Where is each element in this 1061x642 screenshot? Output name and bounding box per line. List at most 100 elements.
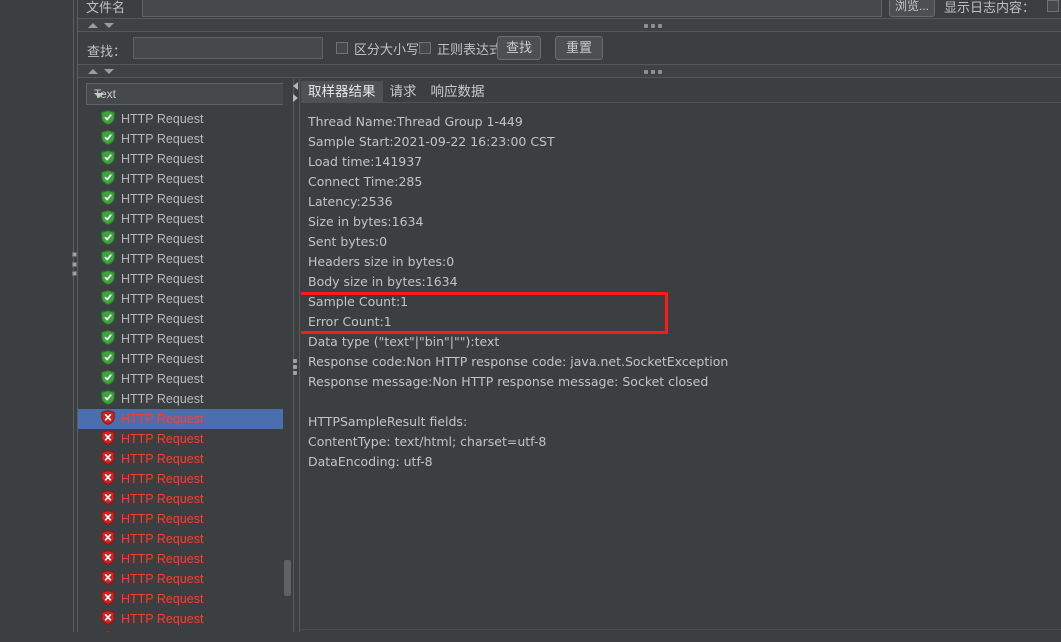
tree-row[interactable]: HTTP Request [78, 189, 291, 209]
tree-row-label: HTTP Request [121, 152, 204, 166]
grip-dot [293, 359, 297, 363]
tree-row[interactable]: HTTP Request [78, 489, 291, 509]
shield-success-icon [101, 370, 115, 388]
grip-dot [658, 70, 662, 74]
tree-row[interactable]: HTTP Request [78, 109, 291, 129]
tree-row-label: HTTP Request [121, 272, 204, 286]
result-blank-line [308, 392, 1053, 412]
tree-row[interactable]: HTTP Request [78, 229, 291, 249]
tree-row[interactable]: HTTP Request [78, 269, 291, 289]
tree-row-label: HTTP Request [121, 592, 204, 606]
divider-grip[interactable] [644, 70, 662, 74]
tree-row[interactable]: HTTP Request [78, 209, 291, 229]
tree-row-label: HTTP Request [121, 312, 204, 326]
tree-row[interactable]: HTTP Request [78, 569, 291, 589]
splitter-dot [72, 271, 77, 276]
collapse-left-arrow-icon[interactable] [293, 82, 298, 90]
chevron-down-icon[interactable] [104, 23, 114, 28]
tree-row-label: HTTP Request [121, 172, 204, 186]
result-line-error: Response code:Non HTTP response code: ja… [308, 354, 729, 369]
collapse-bar-bottom[interactable] [78, 64, 1061, 78]
view-type-select[interactable]: Text [86, 83, 284, 105]
splitter-dot [72, 261, 77, 267]
tree-row-label: HTTP Request [121, 532, 204, 546]
shield-error-icon [101, 470, 115, 488]
tree-row-label: HTTP Request [121, 492, 204, 506]
chevron-down-icon[interactable] [104, 69, 114, 74]
tree-row-label: HTTP Request [121, 192, 204, 206]
tree-row[interactable]: HTTP Request [78, 329, 291, 349]
errors-only-checkbox[interactable] [1047, 0, 1059, 12]
tree-row[interactable]: HTTP Request [78, 249, 291, 269]
browse-button[interactable]: 浏览... [889, 0, 935, 17]
find-button[interactable]: 查找 [497, 36, 541, 60]
collapse-bar-top[interactable] [78, 18, 1061, 32]
shield-success-icon [101, 110, 115, 128]
result-line: Headers size in bytes:0 [308, 254, 455, 269]
tree-scrollbar-thumb[interactable] [284, 560, 291, 596]
tree-row[interactable]: HTTP Request [78, 169, 291, 189]
chevron-up-icon[interactable] [88, 23, 98, 28]
tree-row-label: HTTP Request [121, 352, 204, 366]
collapse-right-arrow-icon[interactable] [293, 94, 298, 102]
tree-row[interactable]: HTTP Request [78, 369, 291, 389]
result-line: Latency:2536 [308, 194, 393, 209]
tree-row[interactable]: HTTP Request [78, 589, 291, 609]
tree-row[interactable]: HTTP Request [78, 469, 291, 489]
results-tree-list[interactable]: HTTP Request HTTP Request HTTP Request HTTP… [78, 109, 291, 642]
tree-row[interactable]: HTTP Request [78, 289, 291, 309]
find-label: 查找： [87, 44, 127, 59]
detail-tabs[interactable]: 取样器结果 请求 响应数据 [301, 79, 492, 103]
tab-1[interactable]: 请求 [383, 81, 424, 103]
tree-row[interactable]: HTTP Request [78, 129, 291, 149]
left-splitter-handle[interactable] [71, 252, 78, 276]
tree-row[interactable]: HTTP Request [78, 549, 291, 569]
tree-row[interactable]: HTTP Request [78, 509, 291, 529]
result-line: HTTPSampleResult fields: [308, 414, 468, 429]
result-line: Load time:141937 [308, 154, 423, 169]
chevron-down-icon [94, 93, 104, 98]
tree-row[interactable]: HTTP Request [78, 309, 291, 329]
center-splitter-grip[interactable] [293, 359, 297, 375]
tree-row-label: HTTP Request [121, 132, 204, 146]
case-sensitive-checkbox[interactable] [336, 42, 348, 54]
splitter-dot [72, 252, 77, 257]
tab-2[interactable]: 响应数据 [424, 81, 492, 103]
filename-input[interactable] [142, 0, 882, 17]
tree-row-label: HTTP Request [121, 392, 204, 406]
search-row: 查找： 区分大小写 正则表达式 查找 重置 [78, 32, 1061, 64]
result-line: DataEncoding: utf-8 [308, 454, 433, 469]
result-line: Data type ("text"|"bin"|""):text [308, 334, 500, 349]
tree-row[interactable]: HTTP Request [78, 429, 291, 449]
shield-success-icon [101, 210, 115, 228]
tree-row[interactable]: HTTP Request [78, 389, 291, 409]
tree-row-label: HTTP Request [121, 332, 204, 346]
tree-row[interactable]: HTTP Request [78, 529, 291, 549]
sample-detail-panel: 取样器结果 请求 响应数据 Thread Name:Thread Group 1-4… [301, 79, 1061, 642]
result-line: Sample Start:2021-09-22 16:23:00 CST [308, 134, 555, 149]
tree-row-label: HTTP Request [121, 232, 204, 246]
tree-row[interactable]: HTTP Request [78, 409, 291, 429]
grip-dot [651, 24, 655, 28]
tree-row[interactable]: HTTP Request [78, 349, 291, 369]
reset-button[interactable]: 重置 [555, 36, 603, 60]
tab-0[interactable]: 取样器结果 [301, 81, 383, 103]
shield-error-icon [101, 610, 115, 628]
shield-error-icon [101, 450, 115, 468]
chevron-up-icon[interactable] [88, 69, 98, 74]
divider-grip[interactable] [644, 24, 662, 28]
tree-row[interactable]: HTTP Request [78, 449, 291, 469]
tree-row-label: HTTP Request [121, 452, 204, 466]
tree-row[interactable]: HTTP Request [78, 149, 291, 169]
sampler-result-textarea[interactable]: Thread Name:Thread Group 1-449 Sample Sta… [301, 104, 1061, 642]
grip-dot [293, 371, 297, 375]
tree-row-label: HTTP Request [121, 512, 204, 526]
regex-checkbox[interactable] [419, 42, 431, 54]
tree-vertical-scrollbar[interactable] [283, 79, 291, 642]
tree-row-label: HTTP Request [121, 112, 204, 126]
search-input[interactable] [133, 37, 323, 59]
center-splitter[interactable] [291, 79, 301, 642]
tree-row[interactable]: HTTP Request [78, 609, 291, 629]
result-line: Size in bytes:1634 [308, 214, 424, 229]
shield-success-icon [101, 170, 115, 188]
